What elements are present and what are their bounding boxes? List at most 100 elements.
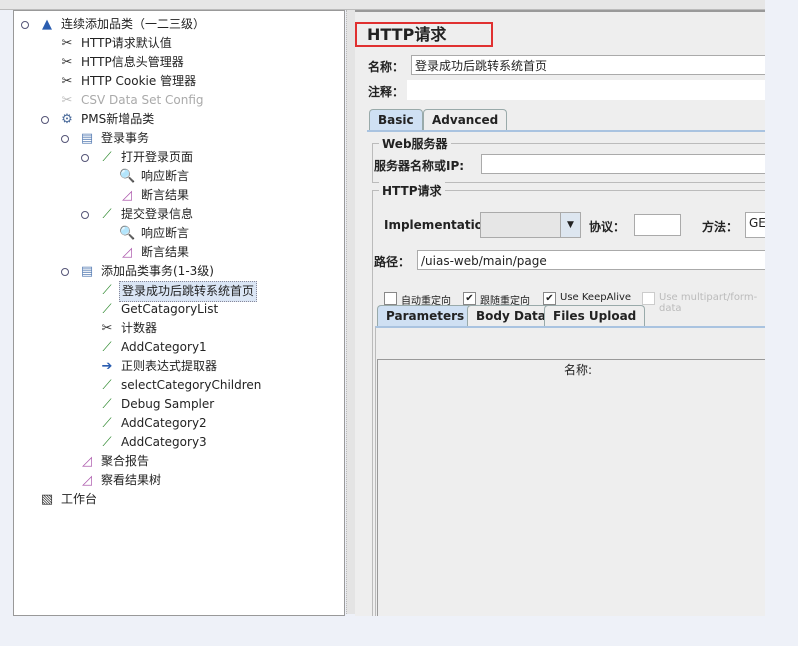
tree-item[interactable]: ◿ 察看结果树 (14, 471, 334, 490)
parameters-table[interactable] (377, 380, 765, 616)
subtab-files-upload[interactable]: Files Upload (544, 305, 646, 326)
tree-item-label: 登录成功后跳转系统首页 (119, 281, 258, 302)
tree-item-label: 登录事务 (101, 131, 150, 145)
test-plan-flask-icon: ▲ (42, 17, 52, 32)
server-label: 服务器名称或IP: (374, 159, 465, 173)
tree-item[interactable]: ✂ 计数器 (14, 319, 334, 338)
tree-item[interactable]: ⟋ Debug Sampler (14, 395, 334, 414)
tree-item[interactable]: ✂ HTTP Cookie 管理器 (14, 72, 334, 91)
tree-item[interactable]: ▧ 工作台 (14, 490, 334, 509)
tree-item-label: Debug Sampler (121, 397, 215, 411)
web-server-group-label: Web服务器 (379, 135, 451, 152)
comment-label: 注释： (368, 85, 405, 99)
tree-item[interactable]: ⟋ 登录成功后跳转系统首页 (14, 281, 334, 302)
top-toolbar-edge (0, 0, 765, 10)
config-wrench-icon: ✂ (61, 55, 73, 70)
path-input[interactable]: /uias-web/main/page (417, 250, 765, 270)
tree-item-label: CSV Data Set Config (81, 93, 204, 107)
sampler-pipette-icon: ⟋ (102, 378, 112, 393)
workbench-icon: ▧ (40, 492, 54, 507)
tree-item[interactable]: ✂ HTTP请求默认值 (14, 34, 334, 53)
tree-item-label: AddCategory1 (121, 340, 207, 354)
tree-item-label: 聚合报告 (101, 454, 150, 468)
tree-item-label: AddCategory3 (121, 435, 207, 449)
tree-item[interactable]: ✂ CSV Data Set Config (14, 91, 334, 110)
listener-chart-icon: ◿ (82, 454, 92, 469)
tree-item-label: AddCategory2 (121, 416, 207, 430)
subtab-body-data[interactable]: Body Data (467, 305, 555, 326)
checkbox[interactable]: ✔ (463, 292, 476, 305)
tree-item[interactable]: ⟋ AddCategory2 (14, 414, 334, 433)
name-label: 名称： (368, 60, 405, 74)
assertion-magnifier-icon: 🔍 (119, 169, 136, 184)
tree-item[interactable]: ⟋ 打开登录页面 (14, 148, 334, 167)
tree-item[interactable]: ▤ 登录事务 (14, 129, 334, 148)
tree-item-label: 断言结果 (141, 188, 190, 202)
checkbox[interactable] (642, 292, 655, 305)
tree-item-label: 添加品类事务(1-3级) (101, 264, 214, 278)
protocol-input[interactable] (634, 214, 681, 236)
tree-item-label: HTTP请求默认值 (81, 36, 172, 50)
method-select[interactable]: GET (745, 212, 765, 238)
tree-item[interactable]: ✂ HTTP信息头管理器 (14, 53, 334, 72)
tree-item[interactable]: ⟋ 提交登录信息 (14, 205, 334, 224)
name-input[interactable]: 登录成功后跳转系统首页 (411, 55, 765, 75)
sampler-pipette-icon: ⟋ (102, 416, 112, 431)
subtab-parameters[interactable]: Parameters (377, 305, 474, 326)
tree-item[interactable]: ◿ 聚合报告 (14, 452, 334, 471)
http-request-group-label: HTTP请求 (379, 182, 445, 199)
tab-advanced[interactable]: Advanced (423, 109, 508, 130)
tree-item-label: 正则表达式提取器 (121, 359, 218, 373)
sampler-pipette-icon: ⟋ (102, 207, 112, 222)
tree-item[interactable]: 🔍 响应断言 (14, 167, 334, 186)
table-header-name[interactable]: 名称: (377, 359, 765, 381)
tree-item[interactable]: ▲ 连续添加品类（一二三级） (14, 15, 334, 34)
sampler-pipette-icon: ⟋ (102, 340, 112, 355)
tree-item[interactable]: ⟋ GetCatagoryList (14, 300, 334, 319)
tree-item[interactable]: ⟋ AddCategory1 (14, 338, 334, 357)
tree-item[interactable]: ⟋ AddCategory3 (14, 433, 334, 452)
http-request-panel: HTTP请求 名称： 登录成功后跳转系统首页 注释： Basic Advance… (355, 10, 765, 616)
expand-toggle-icon[interactable] (81, 154, 89, 162)
chevron-down-icon[interactable]: ▼ (560, 212, 581, 238)
tree-item-label: 连续添加品类（一二三级） (61, 17, 206, 31)
transaction-controller-icon: ▤ (80, 131, 94, 146)
thread-group-gear-icon: ⚙ (61, 112, 73, 127)
listener-chart-icon: ◿ (122, 245, 132, 260)
config-wrench-icon: ✂ (61, 36, 73, 51)
expand-toggle-icon[interactable] (61, 268, 69, 276)
config-wrench-icon: ✂ (101, 321, 113, 336)
comment-input[interactable] (407, 80, 765, 100)
expand-toggle-icon[interactable] (61, 135, 69, 143)
method-label: 方法： (702, 220, 739, 234)
checkbox[interactable] (384, 292, 397, 305)
tree-item[interactable]: 🔍 响应断言 (14, 224, 334, 243)
tree-item-label: 提交登录信息 (121, 207, 194, 221)
tree-item-label: HTTP Cookie 管理器 (81, 74, 197, 88)
expand-toggle-icon[interactable] (81, 211, 89, 219)
server-input[interactable] (481, 154, 765, 174)
expand-toggle-icon[interactable] (21, 21, 29, 29)
tree-item-label: GetCatagoryList (121, 302, 219, 316)
tree-item[interactable]: ⚙ PMS新增品类 (14, 110, 334, 129)
test-plan-tree[interactable]: ▲ 连续添加品类（一二三级） ✂ HTTP请求默认值 ✂ HTTP信息头管理器 ✂ HTTP … (13, 10, 345, 616)
tree-item[interactable]: ◿ 断言结果 (14, 243, 334, 262)
tree-item-label: 响应断言 (141, 226, 190, 240)
checkbox-label: Use multipart/form-data (659, 292, 758, 314)
tree-item[interactable]: ▤ 添加品类事务(1-3级) (14, 262, 334, 281)
tab-divider (367, 130, 765, 132)
tree-item[interactable]: ➔ 正则表达式提取器 (14, 357, 334, 376)
tree-item-label: 察看结果树 (101, 473, 162, 487)
expand-toggle-icon[interactable] (41, 116, 49, 124)
config-wrench-icon: ✂ (61, 93, 73, 108)
sampler-pipette-icon: ⟋ (102, 283, 112, 298)
listener-chart-icon: ◿ (82, 473, 92, 488)
panel-title: HTTP请求 (355, 22, 493, 47)
tree-item[interactable]: ◿ 断言结果 (14, 186, 334, 205)
checkbox-label: Use KeepAlive (560, 292, 632, 303)
tree-item-label: selectCategoryChildren (121, 378, 262, 392)
sampler-pipette-icon: ⟋ (102, 150, 112, 165)
tree-item[interactable]: ⟋ selectCategoryChildren (14, 376, 334, 395)
tab-basic[interactable]: Basic (369, 109, 423, 130)
checkbox[interactable]: ✔ (543, 292, 556, 305)
